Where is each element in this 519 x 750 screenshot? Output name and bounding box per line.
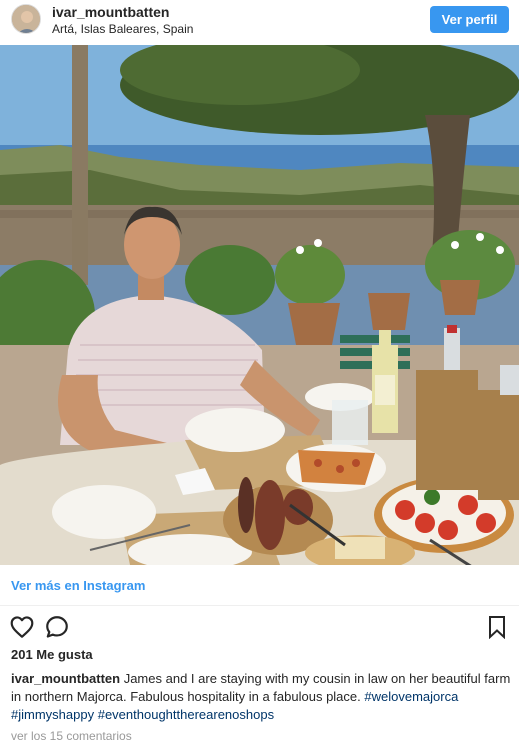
avatar[interactable] — [11, 4, 41, 34]
post-caption: ivar_mountbatten James and I are staying… — [11, 670, 511, 724]
caption-username[interactable]: ivar_mountbatten — [11, 671, 120, 686]
hashtag-link[interactable]: #welovemajorca — [364, 689, 458, 704]
divider — [0, 605, 519, 606]
comment-bubble-icon[interactable] — [44, 614, 70, 640]
likes-count[interactable]: 201 Me gusta — [11, 647, 93, 662]
view-profile-button[interactable]: Ver perfil — [430, 6, 509, 33]
heart-icon[interactable] — [9, 614, 35, 640]
hashtag-link[interactable]: #jimmyshappy — [11, 707, 94, 722]
bookmark-icon[interactable] — [486, 615, 512, 641]
view-comments-link[interactable]: ver los 15 comentarios — [11, 729, 132, 743]
post-header: ivar_mountbatten Artá, Islas Baleares, S… — [0, 0, 519, 44]
post-photo[interactable] — [0, 45, 519, 565]
hashtag-link[interactable]: #eventhoughttherearenoshops — [98, 707, 274, 722]
header-username[interactable]: ivar_mountbatten — [52, 4, 169, 20]
header-location[interactable]: Artá, Islas Baleares, Spain — [52, 22, 193, 36]
view-more-instagram-link[interactable]: Ver más en Instagram — [11, 578, 145, 593]
